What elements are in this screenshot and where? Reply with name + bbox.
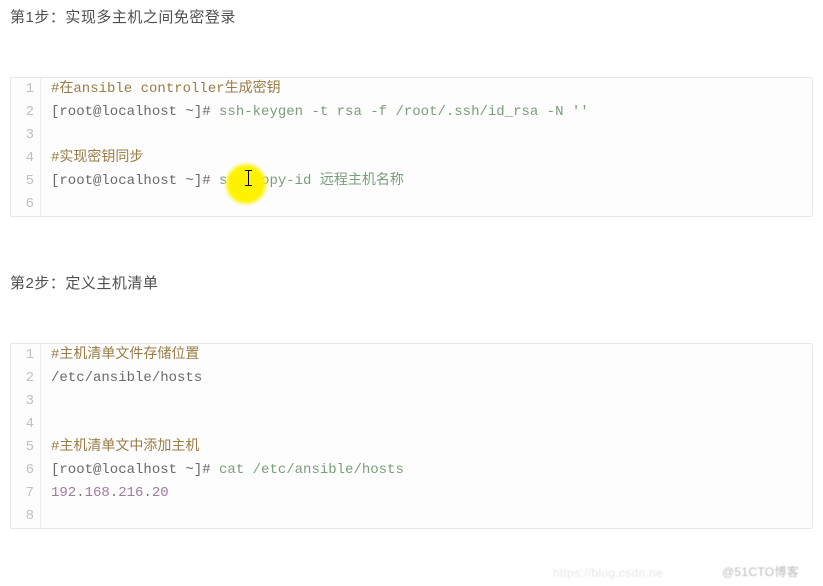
line-number: 1 [11, 78, 41, 101]
line-number: 5 [11, 170, 41, 193]
code-line: 8 [11, 505, 812, 528]
code-line: 6 [11, 193, 812, 216]
code-block-1: 1#在ansible controller生成密钥2[root@localhos… [10, 77, 813, 217]
watermark-csdn: https://blog.csdn.ne [553, 566, 663, 580]
code-block-2: 1#主机清单文件存储位置2/etc/ansible/hosts3 4 5#主机清… [10, 343, 813, 529]
code-token: ssh-copy-id 远程主机名称 [219, 173, 404, 189]
code-content: #实现密钥同步 [41, 147, 143, 170]
code-content [41, 413, 59, 436]
code-line: 5[root@localhost ~]# ssh-copy-id 远程主机名称 [11, 170, 812, 193]
code-token: /etc/ansible/hosts [51, 370, 202, 386]
step-1-title: 第1步：实现多主机之间免密登录 [10, 6, 813, 27]
code-token: [root@localhost ~]# [51, 173, 219, 189]
code-line: 6[root@localhost ~]# cat /etc/ansible/ho… [11, 459, 812, 482]
code-content [41, 390, 59, 413]
line-number: 3 [11, 124, 41, 147]
code-line: 7192.168.216.20 [11, 482, 812, 505]
line-number: 2 [11, 367, 41, 390]
code-line: 1 #在ansible controller生成密钥 [11, 78, 812, 101]
code-token: 192 [51, 485, 76, 501]
code-content: #主机清单文中添加主机 [41, 436, 199, 459]
code-line: 4 [11, 413, 812, 436]
code-token: #主机清单文件存储位置 [51, 347, 199, 363]
line-number: 4 [11, 147, 41, 170]
code-content: [root@localhost ~]# ssh-copy-id 远程主机名称 [41, 170, 404, 193]
code-token: cat /etc/ansible/hosts [219, 462, 404, 478]
code-token: . [143, 485, 151, 501]
line-number: 6 [11, 459, 41, 482]
code-line: 3 [11, 124, 812, 147]
code-token: [root@localhost ~]# [51, 104, 219, 120]
code-content: #在ansible controller生成密钥 [41, 78, 281, 101]
code-line: 3 [11, 390, 812, 413]
code-line: 2/etc/ansible/hosts [11, 367, 812, 390]
code-token: 20 [152, 485, 169, 501]
code-line: 4 #实现密钥同步 [11, 147, 812, 170]
code-line: 2[root@localhost ~]# ssh-keygen -t rsa -… [11, 101, 812, 124]
code-content: [root@localhost ~]# ssh-keygen -t rsa -f… [41, 101, 589, 124]
code-content [41, 505, 59, 528]
line-number: 6 [11, 193, 41, 216]
line-number: 2 [11, 101, 41, 124]
line-number: 4 [11, 413, 41, 436]
code-line: 5 #主机清单文中添加主机 [11, 436, 812, 459]
code-content: /etc/ansible/hosts [41, 367, 202, 390]
code-token: #主机清单文中添加主机 [51, 439, 199, 455]
line-number: 5 [11, 436, 41, 459]
code-token: . [110, 485, 118, 501]
code-token: #实现密钥同步 [51, 150, 143, 166]
code-token: #在ansible controller生成密钥 [51, 81, 281, 97]
code-token: ssh-keygen -t rsa -f /root/.ssh/id_rsa -… [219, 104, 589, 120]
code-content: 192.168.216.20 [41, 482, 169, 505]
line-number: 7 [11, 482, 41, 505]
code-token: . [76, 485, 84, 501]
line-number: 3 [11, 390, 41, 413]
code-token: [root@localhost ~]# [51, 462, 219, 478]
line-number: 8 [11, 505, 41, 528]
code-content [41, 124, 59, 147]
step-2-title: 第2步：定义主机清单 [10, 272, 813, 293]
code-content [41, 193, 59, 216]
watermark-51cto: @51CTO博客 [722, 563, 799, 580]
code-content: [root@localhost ~]# cat /etc/ansible/hos… [41, 459, 404, 482]
code-token: 168 [85, 485, 110, 501]
code-content: #主机清单文件存储位置 [41, 344, 199, 367]
code-token: 216 [118, 485, 143, 501]
code-line: 1 #主机清单文件存储位置 [11, 344, 812, 367]
line-number: 1 [11, 344, 41, 367]
